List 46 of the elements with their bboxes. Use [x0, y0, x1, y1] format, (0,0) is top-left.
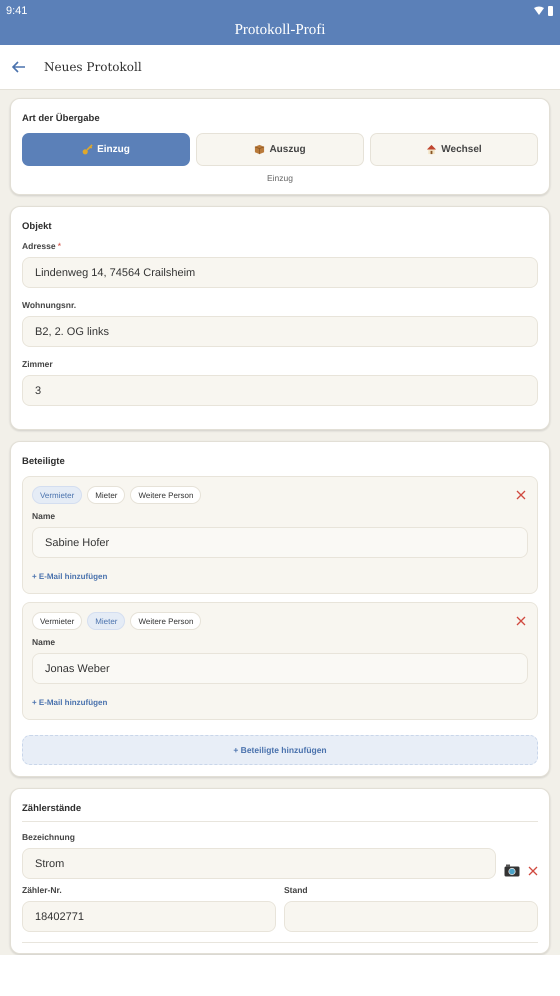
section-title: Art der Übergabe [22, 113, 101, 124]
role-chip[interactable]: Weitere Person [130, 486, 202, 504]
input-field[interactable]: Lindenweg 14, 74564 Crailsheim [22, 257, 538, 288]
input-field[interactable]: Strom [22, 848, 496, 879]
add-participant-button[interactable]: + Beteiligte hinzufügen [22, 735, 538, 765]
input-field[interactable]: 3 [22, 375, 538, 406]
close-icon[interactable] [516, 616, 526, 626]
role-chip[interactable]: Weitere Person [130, 612, 202, 630]
status-icons-icon [534, 6, 554, 16]
field-label: Adresse [22, 241, 56, 251]
field-label: Wohnungsnr. [22, 300, 76, 310]
section-title: Objekt [22, 221, 53, 232]
field-label: Zähler-Nr. [22, 885, 63, 895]
page-title: Neues Protokoll [44, 60, 142, 74]
handover-option[interactable]: Wechsel [370, 133, 538, 166]
role-chip[interactable]: Vermieter [32, 486, 82, 504]
role-chip[interactable]: Mieter [87, 486, 126, 504]
role-chip[interactable]: Vermieter [32, 612, 82, 630]
input-field[interactable]: 18402771 [22, 901, 276, 932]
close-icon[interactable] [528, 866, 538, 876]
input-field[interactable] [284, 901, 538, 932]
input-field[interactable]: B2, 2. OG links [22, 316, 538, 347]
add-email-link[interactable]: + E-Mail hinzufügen [32, 698, 108, 707]
back-icon[interactable] [12, 61, 26, 73]
field-label: Zimmer [22, 359, 53, 369]
house-icon [426, 144, 438, 155]
input-field[interactable]: Jonas Weber [32, 653, 528, 684]
add-email-link[interactable]: + E-Mail hinzufügen [32, 572, 108, 581]
app-title: Protokoll-Profi [234, 22, 326, 39]
camera-icon[interactable] [504, 864, 520, 877]
status-time: 9:41 [6, 5, 28, 17]
selection-caption: Einzug [267, 173, 293, 183]
field-label: Name [32, 637, 56, 647]
close-icon[interactable] [516, 490, 526, 500]
field-label: Name [32, 511, 56, 521]
required-mark: * [58, 241, 62, 251]
role-chip[interactable]: Mieter [87, 612, 126, 630]
field-label: Bezeichnung [22, 832, 76, 842]
handover-option[interactable]: Einzug [22, 133, 190, 166]
input-field[interactable]: Sabine Hofer [32, 527, 528, 558]
section-title: Zählerstände [22, 803, 82, 814]
field-label: Stand [284, 885, 309, 895]
section-title: Beteiligte [22, 456, 66, 467]
handover-option[interactable]: Auszug [196, 133, 364, 166]
key-icon [82, 144, 94, 155]
box-icon [254, 144, 266, 155]
